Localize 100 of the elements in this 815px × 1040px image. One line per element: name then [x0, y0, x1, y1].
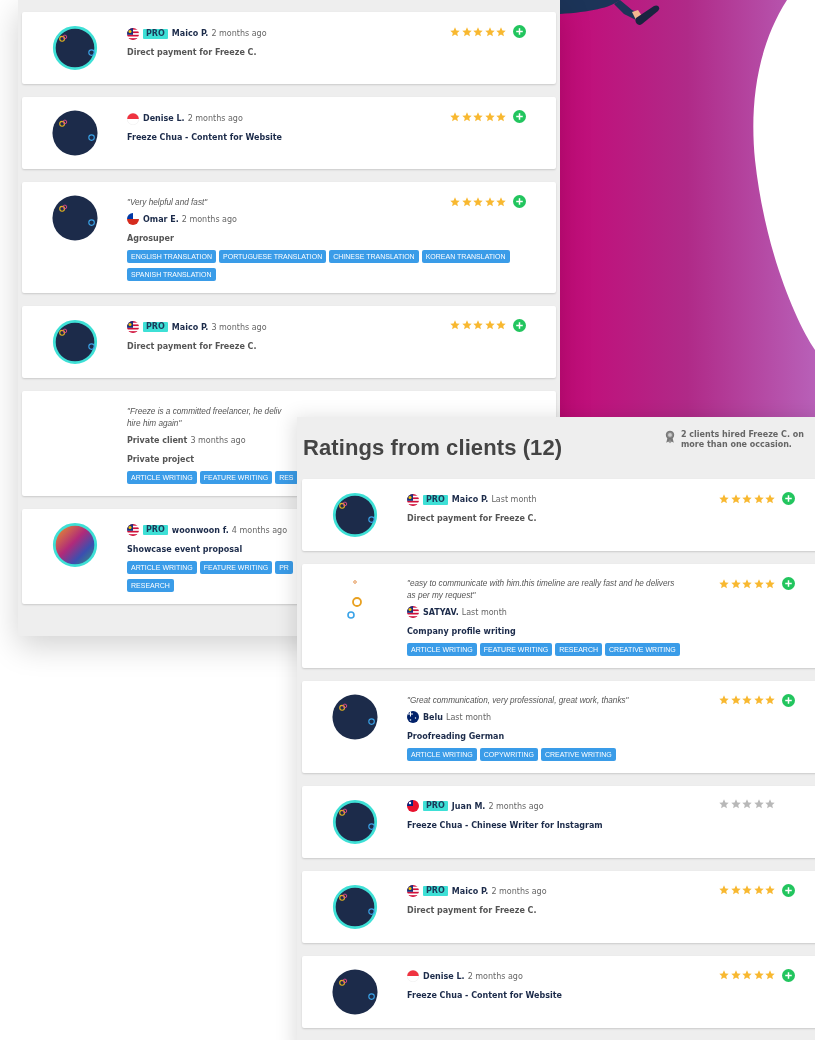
pro-badge: PRO: [143, 322, 168, 333]
project-title[interactable]: Freeze Chua - Content for Website: [127, 133, 282, 142]
star-icon: [719, 493, 729, 504]
star-icon: [450, 320, 460, 331]
add-button-icon[interactable]: [782, 577, 795, 590]
award-ribbon-icon: [665, 429, 675, 444]
add-button-icon[interactable]: [513, 195, 526, 208]
star-icon: [753, 970, 764, 981]
star-icon: [450, 111, 460, 122]
project-title: Direct payment for Freeze C.: [407, 514, 537, 523]
client-name: Denise L.: [423, 971, 465, 981]
review-quote: "Very helpful and fast": [127, 197, 208, 209]
star-icon: [461, 320, 472, 331]
star-icon: [742, 798, 752, 809]
repeat-hire-note: 2 clients hired Freeze C. on more than one occasion.: [681, 429, 805, 451]
star-icon: [753, 493, 764, 504]
project-title: Direct payment for Freeze C.: [127, 341, 257, 351]
project-title[interactable]: Showcase event proposal: [127, 544, 243, 554]
star-icon: [765, 970, 775, 981]
review-time: Last month: [491, 495, 537, 504]
client-name: Maico P.: [171, 29, 209, 38]
star-icon: [742, 578, 752, 589]
review-time: 4 months ago: [231, 525, 288, 535]
star-icon: [719, 885, 729, 896]
review-time: 3 months ago: [190, 435, 246, 445]
star-icon: [496, 111, 506, 122]
star-icon: [730, 885, 741, 896]
review-time: Last month: [461, 607, 507, 617]
star-icon: [730, 578, 741, 589]
client-name: Private client: [127, 435, 188, 445]
star-icon: [719, 798, 729, 809]
pro-badge: PRO: [143, 525, 168, 536]
star-icon: [473, 111, 483, 122]
star-icon: [496, 26, 506, 37]
review-time: 2 months ago: [491, 886, 547, 896]
project-title: Private project: [127, 454, 195, 464]
star-icon: [719, 578, 729, 589]
pro-badge: PRO: [423, 494, 448, 505]
star-icon: [742, 885, 752, 896]
star-icon: [765, 493, 775, 504]
star-icon: [765, 798, 775, 809]
add-button-icon[interactable]: [782, 883, 795, 897]
client-name: woonwoon f.: [171, 525, 229, 535]
star-icon: [753, 695, 764, 706]
client-name: Omar E.: [143, 214, 179, 224]
client-name: Maico P.: [451, 495, 489, 504]
star-icon: [484, 196, 495, 207]
add-button-icon[interactable]: [513, 110, 526, 123]
review-time: 3 months ago: [211, 322, 267, 332]
add-button-icon[interactable]: [782, 693, 795, 707]
review-time: 2 months ago: [211, 29, 267, 38]
client-name: Maico P.: [171, 322, 209, 332]
star-icon: [461, 111, 472, 122]
project-title[interactable]: Proofreading German: [407, 731, 505, 741]
project-title: Agrosuper: [127, 233, 174, 243]
client-name: Juan M.: [451, 801, 486, 811]
star-icon: [496, 196, 506, 207]
add-button-icon[interactable]: [513, 25, 526, 38]
star-icon: [765, 885, 775, 896]
star-icon: [484, 26, 495, 37]
client-name: Denise L.: [143, 114, 185, 123]
star-icon: [742, 970, 752, 981]
star-icon: [484, 111, 495, 122]
client-name: Belu: [423, 712, 443, 722]
star-icon: [742, 493, 752, 504]
project-title: Direct payment for Freeze C.: [407, 905, 537, 915]
client-name: SATYAV.: [423, 607, 459, 617]
review-quote: "easy to communicate with him.this timeline are really fast and he delivers as per my request": [407, 578, 675, 602]
review-time: 2 months ago: [187, 114, 243, 123]
star-icon: [753, 798, 764, 809]
add-button-icon[interactable]: [513, 318, 526, 332]
review-time: 2 months ago: [181, 214, 237, 224]
pro-badge: PRO: [143, 28, 168, 39]
star-icon: [753, 578, 764, 589]
star-icon: [450, 196, 460, 207]
star-icon: [461, 196, 472, 207]
project-title[interactable]: Freeze Chua - Chinese Writer for Instagram: [407, 820, 603, 830]
star-icon: [765, 578, 775, 589]
star-icon: [473, 320, 483, 331]
section-title: Ratings from clients (12): [303, 435, 563, 461]
star-icon: [719, 970, 729, 981]
review-quote: "Freeze is a committed freelancer, he deliv hire him again": [127, 405, 282, 430]
star-icon: [473, 196, 483, 207]
star-icon: [473, 26, 483, 37]
star-icon: [461, 26, 472, 37]
star-icon: [730, 970, 741, 981]
project-title[interactable]: Company profile writing: [407, 626, 516, 636]
pro-badge: PRO: [423, 801, 448, 812]
star-icon: [450, 26, 460, 37]
add-button-icon[interactable]: [782, 968, 795, 982]
add-button-icon[interactable]: [782, 492, 795, 505]
review-time: 2 months ago: [467, 971, 523, 981]
project-title[interactable]: Freeze Chua - Content for Website: [407, 990, 562, 1000]
project-title: Direct payment for Freeze C.: [127, 48, 257, 57]
star-icon: [484, 320, 495, 331]
review-time: Last month: [445, 712, 492, 722]
review-time: 2 months ago: [488, 801, 544, 811]
star-icon: [730, 493, 741, 504]
star-icon: [742, 695, 752, 706]
star-icon: [719, 695, 729, 706]
